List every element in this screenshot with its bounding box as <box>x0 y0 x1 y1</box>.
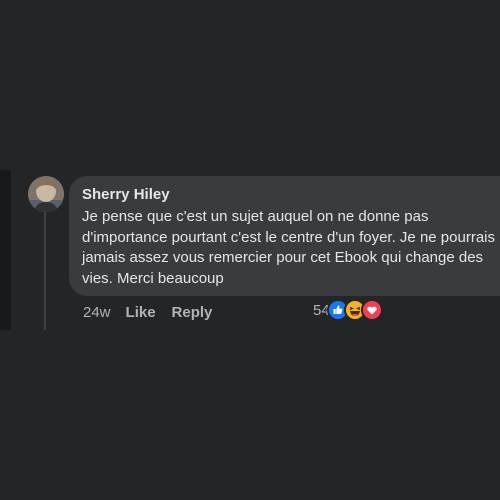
comment-actions: 24w Like Reply <box>83 302 228 322</box>
reply-button[interactable]: Reply <box>172 304 213 321</box>
comment-timestamp[interactable]: 24w <box>83 304 111 321</box>
profile-photo-icon <box>28 176 64 212</box>
comment-author[interactable]: Sherry Hiley <box>82 185 500 205</box>
comment-bubble: Sherry Hiley Je pense que c'est un sujet… <box>69 176 500 296</box>
left-panel-edge <box>0 170 11 330</box>
love-icon <box>360 299 383 321</box>
like-button[interactable]: Like <box>126 304 156 321</box>
reactions-summary[interactable]: 54 <box>313 299 383 321</box>
avatar[interactable] <box>28 176 64 212</box>
comment-text: Je pense que c'est un sujet auquel on ne… <box>82 208 495 287</box>
reply-thread-line <box>44 212 46 330</box>
